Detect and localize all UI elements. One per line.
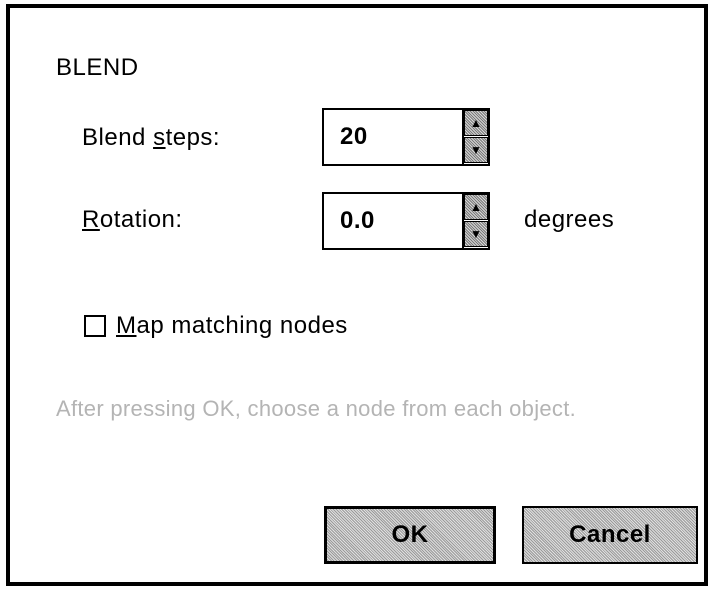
checkbox-unchecked-icon[interactable] [84, 315, 106, 337]
blend-steps-spinner[interactable]: 20 ▲ ▼ [322, 108, 490, 166]
spin-down-arrow-icon[interactable]: ▼ [464, 221, 488, 247]
spin-up-arrow-icon[interactable]: ▲ [464, 110, 488, 136]
rotation-mnemonic: R [82, 206, 100, 233]
cancel-button[interactable]: Cancel [522, 506, 698, 564]
blend-steps-value[interactable]: 20 [340, 123, 368, 151]
rotation-units: degrees [524, 206, 615, 233]
spin-down-arrow-icon[interactable]: ▼ [464, 137, 488, 163]
map-matching-nodes-label: Map matching nodes [116, 312, 348, 339]
dialog-title: BLEND [56, 54, 139, 81]
instruction-text: After pressing OK, choose a node from ea… [56, 396, 577, 421]
rotation-value[interactable]: 0.0 [340, 207, 375, 235]
rotation-label: Rotation: [82, 206, 183, 233]
blend-dialog: BLEND Blend steps: 20 ▲ ▼ Rotation: 0.0 … [6, 4, 708, 586]
rotation-spinner[interactable]: 0.0 ▲ ▼ [322, 192, 490, 250]
spin-up-arrow-icon[interactable]: ▲ [464, 194, 488, 220]
ok-button[interactable]: OK [324, 506, 496, 564]
blend-steps-label: Blend steps: [82, 124, 221, 151]
map-matching-nodes-option[interactable]: Map matching nodes [84, 312, 348, 340]
rotation-spin-buttons: ▲ ▼ [462, 194, 488, 248]
blend-steps-spin-buttons: ▲ ▼ [462, 110, 488, 164]
blend-steps-mnemonic: s [153, 124, 166, 151]
